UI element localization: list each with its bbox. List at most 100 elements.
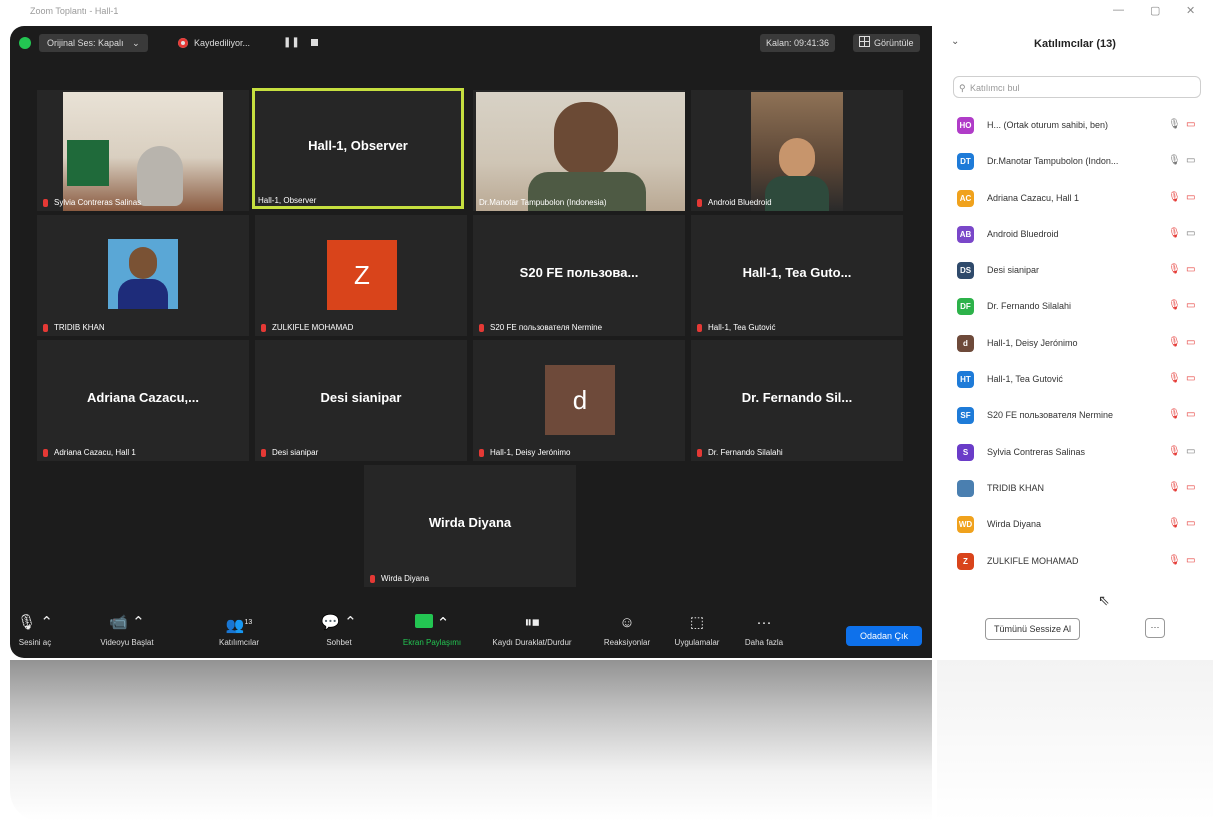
- chat-button[interactable]: 💬 ⌃ Sohbet: [315, 614, 363, 647]
- view-button[interactable]: Görüntüle: [853, 34, 920, 52]
- video-tile[interactable]: TRIDIB KHAN: [37, 215, 249, 336]
- grid-view-icon: [859, 36, 870, 47]
- plant-shape: [67, 140, 109, 186]
- participant-avatar: SF: [957, 407, 974, 425]
- reactions-label: Reaksiyonlar: [603, 638, 651, 647]
- apps-button[interactable]: ⬚ Uygulamalar: [666, 614, 728, 647]
- microphone-icon[interactable]: 🎙: [1168, 119, 1181, 130]
- leave-meeting-button[interactable]: Odadan Çık: [846, 626, 922, 646]
- share-screen-label: Ekran Paylaşımı: [402, 638, 462, 647]
- more-button[interactable]: ··· Daha fazla: [738, 614, 790, 647]
- reactions-button[interactable]: ☺ Reaksiyonlar: [596, 614, 658, 647]
- video-tile[interactable]: d Hall-1, Deisy Jerónimo: [473, 340, 685, 461]
- video-tile[interactable]: Desi sianipar Desi sianipar: [255, 340, 467, 461]
- video-camera-off-icon[interactable]: ▭: [1186, 482, 1195, 493]
- participants-count: 13: [244, 619, 253, 626]
- video-tile[interactable]: Sylvia Contreras Salinas: [37, 90, 249, 211]
- participant-video: [476, 92, 685, 211]
- person-shape: [779, 138, 815, 178]
- video-tile[interactable]: Z ZULKIFLE MOHAMAD: [255, 215, 467, 336]
- video-tile[interactable]: Hall-1, Tea Guto... Hall-1, Tea Gutović: [691, 215, 903, 336]
- video-tile-active-speaker[interactable]: Hall-1, Observer Hall-1, Observer: [252, 88, 464, 209]
- recording-indicator: Kaydediliyor...: [178, 34, 250, 52]
- video-tile[interactable]: Dr. Fernando Sil... Dr. Fernando Silalah…: [691, 340, 903, 461]
- microphone-muted-icon[interactable]: 🎙: [1168, 518, 1181, 529]
- video-camera-icon[interactable]: ▭: [1186, 155, 1195, 166]
- unmute-button[interactable]: 🎙 ⌃ Sesini aç: [10, 614, 60, 647]
- participant-list-item[interactable]: SF S20 FE пользователя Nermine 🎙 ▭: [953, 400, 1203, 436]
- video-tile[interactable]: S20 FE пользова... S20 FE пользователя N…: [473, 215, 685, 336]
- participant-list-item[interactable]: WD Wirda Diyana 🎙 ▭: [953, 509, 1203, 545]
- participant-name: Dr.Manotar Tampubolon (Indon...: [987, 156, 1119, 167]
- video-camera-off-icon[interactable]: ▭: [1186, 518, 1195, 529]
- participant-list-item[interactable]: HT Hall-1, Tea Gutović 🎙 ▭: [953, 364, 1203, 400]
- microphone-muted-icon[interactable]: 🎙: [1168, 337, 1181, 348]
- panel-more-button[interactable]: ···: [1145, 618, 1165, 638]
- participant-photo: [108, 239, 178, 309]
- pause-recording-icon[interactable]: ❚❚: [283, 37, 300, 48]
- participant-list-item[interactable]: HO H... (Ortak oturum sahibi, ben) 🎙 ▭: [953, 110, 1203, 146]
- maximize-icon[interactable]: ▢: [1150, 4, 1160, 17]
- video-camera-icon[interactable]: ▭: [1186, 228, 1195, 239]
- participant-list: HO H... (Ortak oturum sahibi, ben) 🎙 ▭ DT Dr.…: [953, 110, 1203, 582]
- video-camera-off-icon[interactable]: ▭: [1186, 373, 1195, 384]
- microphone-muted-icon[interactable]: 🎙: [1168, 300, 1181, 311]
- microphone-muted-icon[interactable]: 🎙: [1168, 228, 1181, 239]
- participant-list-item[interactable]: d Hall-1, Deisy Jerónimo 🎙 ▭: [953, 328, 1203, 364]
- microphone-muted-icon[interactable]: 🎙: [1168, 555, 1181, 566]
- participant-search-input[interactable]: ⚲ Katılımcı bul: [953, 76, 1201, 98]
- shoulders-shape: [118, 279, 168, 309]
- participant-list-item[interactable]: TRIDIB KHAN 🎙 ▭: [953, 473, 1203, 509]
- pause-stop-recording-button[interactable]: ⏸⏹ Kaydı Duraklat/Durdur: [480, 614, 584, 647]
- participant-display-name: Dr. Fernando Sil...: [741, 390, 853, 405]
- participant-name-label: S20 FE пользователя Nermine: [479, 323, 602, 332]
- microphone-muted-icon[interactable]: 🎙: [1168, 192, 1181, 203]
- video-tile[interactable]: Wirda Diyana Wirda Diyana: [364, 465, 576, 587]
- start-video-button[interactable]: 📹 ⌃ Videoyu Başlat: [92, 614, 162, 647]
- participant-list-item[interactable]: DT Dr.Manotar Tampubolon (Indon... 🎙 ▭: [953, 146, 1203, 182]
- video-camera-icon[interactable]: ▭: [1186, 446, 1195, 457]
- microphone-muted-icon[interactable]: 🎙: [1168, 264, 1181, 275]
- mute-all-button[interactable]: Tümünü Sessize Al: [985, 618, 1081, 640]
- microphone-muted-icon[interactable]: 🎙: [1168, 373, 1181, 384]
- original-sound-button[interactable]: Orijinal Ses: Kapalı ⌄: [39, 34, 148, 52]
- microphone-muted-icon[interactable]: 🎙: [1168, 482, 1181, 493]
- stop-recording-icon[interactable]: [311, 39, 318, 46]
- participant-name-label: Hall-1, Observer: [258, 196, 317, 205]
- microphone-icon[interactable]: 🎙: [1168, 155, 1181, 166]
- video-camera-off-icon[interactable]: ▭: [1186, 555, 1195, 566]
- video-camera-off-icon[interactable]: ▭: [1186, 337, 1195, 348]
- participant-avatar: AB: [957, 225, 974, 243]
- video-tile[interactable]: Android Bluedroid: [691, 90, 903, 211]
- video-camera-off-icon[interactable]: ▭: [1186, 192, 1195, 203]
- participant-list-item[interactable]: AB Android Bluedroid 🎙 ▭: [953, 219, 1203, 255]
- participant-name: Hall-1, Tea Gutović: [987, 374, 1063, 385]
- participant-name: Dr. Fernando Silalahi: [987, 301, 1072, 312]
- participant-name-label: Wirda Diyana: [370, 574, 429, 583]
- close-icon[interactable]: ✕: [1186, 4, 1195, 17]
- minimize-icon[interactable]: —: [1113, 4, 1124, 16]
- participant-list-item[interactable]: S Sylvia Contreras Salinas 🎙 ▭: [953, 437, 1203, 473]
- video-tile[interactable]: Dr.Manotar Tampubolon (Indonesia): [473, 90, 685, 211]
- video-camera-off-icon[interactable]: ▭: [1186, 119, 1195, 130]
- participants-button[interactable]: 👥13 Katılımcılar: [208, 614, 270, 647]
- video-camera-off-icon[interactable]: ▭: [1186, 300, 1195, 311]
- participant-list-item[interactable]: DS Desi sianipar 🎙 ▭: [953, 255, 1203, 291]
- microphone-muted-icon[interactable]: 🎙: [1168, 446, 1181, 457]
- participant-avatar: d: [957, 334, 974, 352]
- pause-stop-icon: ⏸⏹: [524, 614, 540, 631]
- security-shield-icon[interactable]: [19, 37, 31, 49]
- chat-bubble-icon: 💬 ⌃: [321, 614, 357, 631]
- unmute-label: Sesini aç: [18, 638, 52, 647]
- participant-list-item[interactable]: AC Adriana Cazacu, Hall 1 🎙 ▭: [953, 183, 1203, 219]
- video-tile[interactable]: Adriana Cazacu,... Adriana Cazacu, Hall …: [37, 340, 249, 461]
- participant-list-item[interactable]: DF Dr. Fernando Silalahi 🎙 ▭: [953, 291, 1203, 327]
- meeting-toolbar: 🎙 ⌃ Sesini aç 📹 ⌃ Videoyu Başlat 👥13 Kat…: [10, 608, 932, 658]
- more-dots-icon: ···: [756, 614, 772, 631]
- participant-name: S20 FE пользователя Nermine: [987, 410, 1114, 421]
- microphone-muted-icon[interactable]: 🎙: [1168, 409, 1181, 420]
- participant-list-item[interactable]: Z ZULKIFLE MOHAMAD 🎙 ▭: [953, 546, 1203, 582]
- video-camera-off-icon[interactable]: ▭: [1186, 409, 1195, 420]
- video-camera-off-icon[interactable]: ▭: [1186, 264, 1195, 275]
- share-screen-button[interactable]: ⌃ Ekran Paylaşımı: [395, 614, 469, 647]
